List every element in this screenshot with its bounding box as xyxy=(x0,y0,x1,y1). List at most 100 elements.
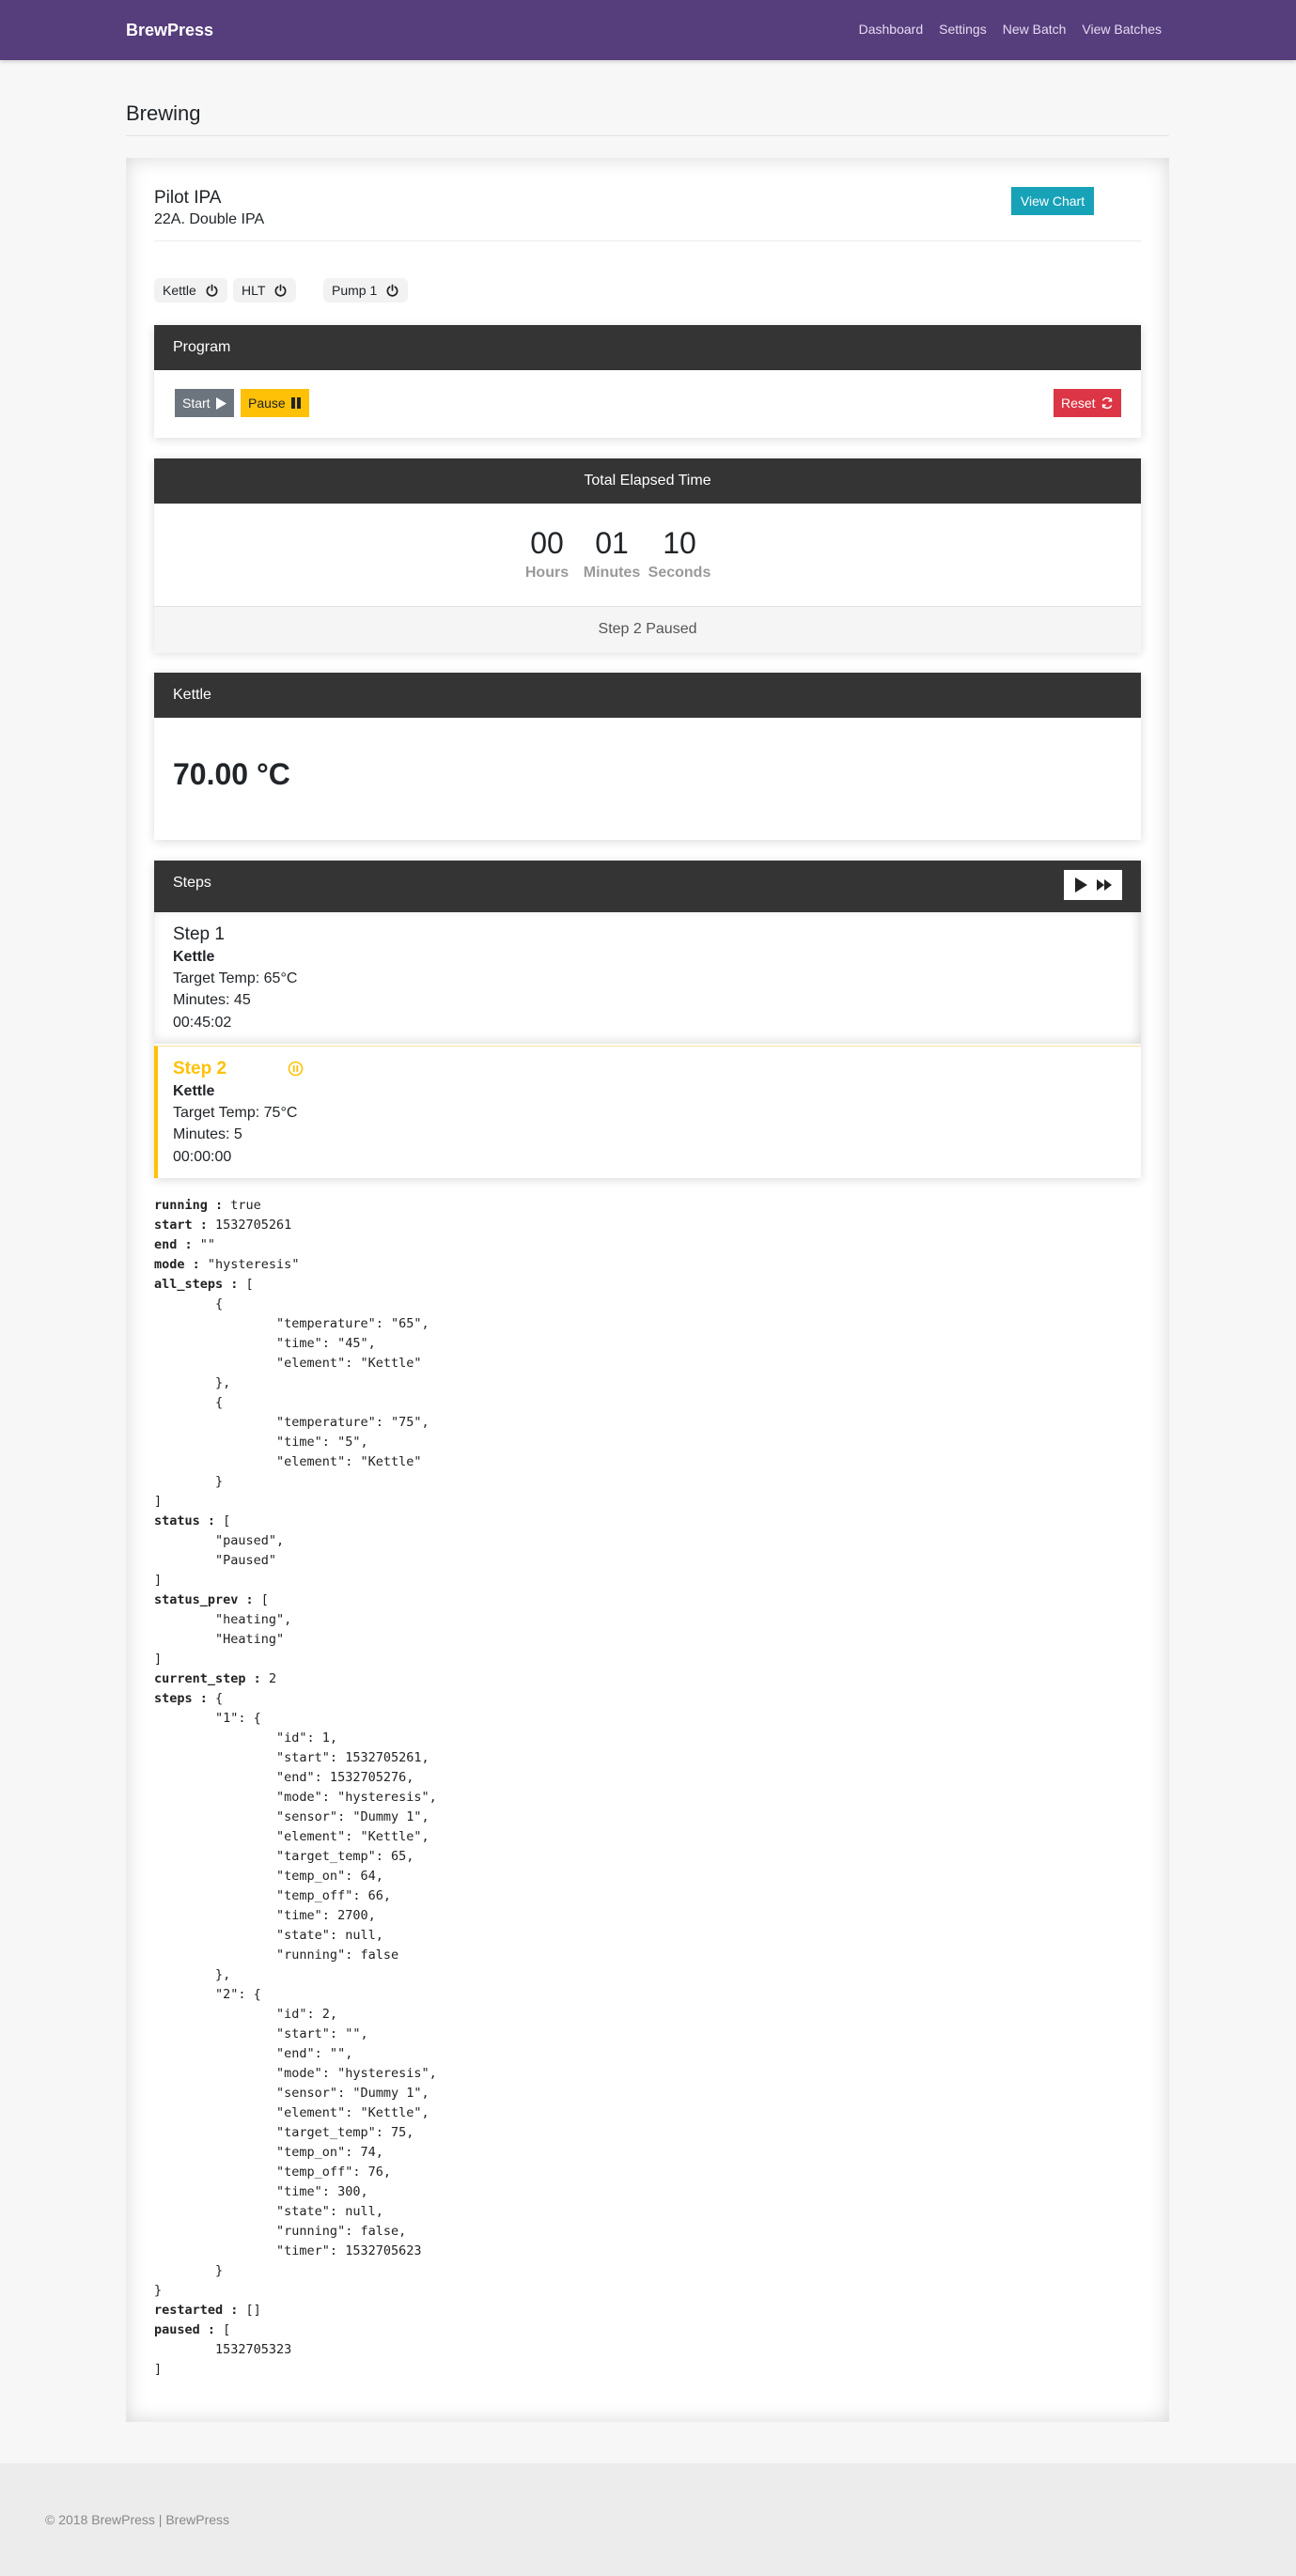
dump-line: "2": { xyxy=(154,1985,437,2005)
footer: © 2018 BrewPress | BrewPress xyxy=(0,2463,1296,2576)
dump-line: ] xyxy=(154,2360,437,2380)
dump-key: status xyxy=(154,1513,200,1529)
dump-line: end : "" xyxy=(154,1235,437,1255)
reset-button[interactable]: Reset xyxy=(1054,389,1121,417)
dump-separator: : xyxy=(184,1257,200,1272)
power-icon xyxy=(386,284,398,297)
nav-link-view-batches[interactable]: View Batches xyxy=(1082,22,1162,37)
power-icon xyxy=(274,284,287,297)
dump-line: "start": "", xyxy=(154,2025,437,2044)
step-item-active[interactable]: Step 2 Kettle Target Temp: 75°C Minutes:… xyxy=(154,1046,1141,1178)
dump-line: "start": 1532705261, xyxy=(154,1748,437,1768)
steps-panel-header: Steps xyxy=(154,861,1141,912)
minutes-counter: 01 Minutes xyxy=(574,526,649,582)
dump-value: [ xyxy=(215,1513,231,1529)
start-button-label: Start xyxy=(182,396,211,411)
dump-line: "element": "Kettle", xyxy=(154,2103,437,2123)
play-icon[interactable] xyxy=(1074,877,1087,892)
start-button[interactable]: Start xyxy=(175,389,234,417)
step-controls xyxy=(1064,870,1122,900)
fast-forward-icon[interactable] xyxy=(1097,879,1112,891)
dump-value: ] xyxy=(154,1494,163,1509)
dump-separator: : xyxy=(238,1592,254,1607)
step-target-temp: Target Temp: 75°C xyxy=(173,1105,298,1121)
pause-button[interactable]: Pause xyxy=(241,389,309,417)
dump-value: ] xyxy=(154,1573,163,1588)
step-title: Step 2 xyxy=(173,1059,227,1079)
dump-line: "element": "Kettle" xyxy=(154,1452,437,1472)
dump-line: "temp_on": 64, xyxy=(154,1867,437,1886)
dump-value: "time": 300, xyxy=(154,2184,368,2199)
dump-key: all_steps xyxy=(154,1277,224,1292)
dump-value: "time": "5", xyxy=(154,1435,368,1450)
nav-link-dashboard[interactable]: Dashboard xyxy=(859,22,924,37)
dump-value: "1": { xyxy=(154,1711,261,1726)
dump-value: "" xyxy=(192,1237,216,1252)
step-time: 00:00:00 xyxy=(173,1149,232,1165)
pause-icon xyxy=(290,397,301,409)
hlt-toggle[interactable]: HLT xyxy=(233,278,297,303)
dump-line: ] xyxy=(154,1492,437,1512)
dump-line: "state": null, xyxy=(154,2202,437,2222)
dump-separator: : xyxy=(192,1691,208,1706)
dump-separator: : xyxy=(207,1198,224,1213)
hours-value: 00 xyxy=(530,526,564,560)
nav-link-settings[interactable]: Settings xyxy=(939,22,987,37)
seconds-value: 10 xyxy=(663,526,696,560)
steps-panel: Steps Step 1 Kettle Target Temp: 65°C Mi… xyxy=(154,861,1141,1178)
dump-line: "running": false xyxy=(154,1946,437,1965)
dump-line: "id": 2, xyxy=(154,2005,437,2025)
kettle-panel-header: Kettle xyxy=(154,673,1141,718)
dump-line: "temp_off": 66, xyxy=(154,1886,437,1906)
dump-value: } xyxy=(154,1474,224,1489)
dump-line: "paused", xyxy=(154,1531,437,1551)
dump-value: "id": 2, xyxy=(154,2007,338,2022)
dump-line: "temperature": "65", xyxy=(154,1314,437,1334)
dump-value: "time": "45", xyxy=(154,1336,376,1351)
nav-link-new-batch[interactable]: New Batch xyxy=(1003,22,1067,37)
dump-value: "hysteresis" xyxy=(199,1257,300,1272)
dump-value: [ xyxy=(238,1277,254,1292)
dump-value: "id": 1, xyxy=(154,1730,338,1746)
dump-line: start : 1532705261 xyxy=(154,1216,437,1235)
nav-links: Dashboard Settings New Batch View Batche… xyxy=(859,22,1162,37)
pump-1-toggle-label: Pump 1 xyxy=(332,283,378,298)
dump-value: "temp_on": 74, xyxy=(154,2145,383,2160)
dump-value: "end": "", xyxy=(154,2046,353,2061)
dump-value: [ xyxy=(253,1592,269,1607)
dump-key: end xyxy=(154,1237,178,1252)
dump-value: 2 xyxy=(260,1671,277,1686)
dump-line: steps : { xyxy=(154,1689,437,1709)
refresh-icon xyxy=(1101,396,1113,410)
dump-separator: : xyxy=(223,1277,239,1292)
state-dump: running : true start : 1532705261 end : ""… xyxy=(154,1196,437,2380)
dump-key: restarted xyxy=(154,2303,224,2318)
dump-line: "temp_on": 74, xyxy=(154,2143,437,2163)
dump-line: "time": 300, xyxy=(154,2182,437,2202)
dump-value: "sensor": "Dummy 1", xyxy=(154,2086,429,2101)
dump-value: "element": "Kettle" xyxy=(154,1454,422,1469)
dump-line: "temp_off": 76, xyxy=(154,2163,437,2182)
power-icon xyxy=(206,284,218,297)
kettle-toggle[interactable]: Kettle xyxy=(154,278,227,303)
pump-1-toggle[interactable]: Pump 1 xyxy=(323,278,409,303)
dump-separator: : xyxy=(177,1237,193,1252)
dump-line: } xyxy=(154,1472,437,1492)
kettle-panel: Kettle 70.00 °C xyxy=(154,673,1141,840)
view-chart-button[interactable]: View Chart xyxy=(1011,187,1094,215)
dump-value: } xyxy=(154,2283,163,2298)
dump-value: "temperature": "75", xyxy=(154,1415,429,1430)
elapsed-time-header: Total Elapsed Time xyxy=(154,458,1141,504)
dump-line: mode : "hysteresis" xyxy=(154,1255,437,1275)
dump-value: "sensor": "Dummy 1", xyxy=(154,1809,429,1824)
dump-line: "heating", xyxy=(154,1610,437,1630)
step-item[interactable]: Step 1 Kettle Target Temp: 65°C Minutes:… xyxy=(154,912,1141,1044)
brand-logo[interactable]: BrewPress xyxy=(126,21,213,40)
dump-value: "state": null, xyxy=(154,1928,383,1943)
dump-value: "paused", xyxy=(154,1533,285,1548)
dump-value: "time": 2700, xyxy=(154,1908,376,1923)
dump-key: paused xyxy=(154,2322,200,2337)
dump-value: ] xyxy=(154,1652,163,1667)
dump-line: "temperature": "75", xyxy=(154,1413,437,1433)
dump-value: "element": "Kettle" xyxy=(154,1356,422,1371)
